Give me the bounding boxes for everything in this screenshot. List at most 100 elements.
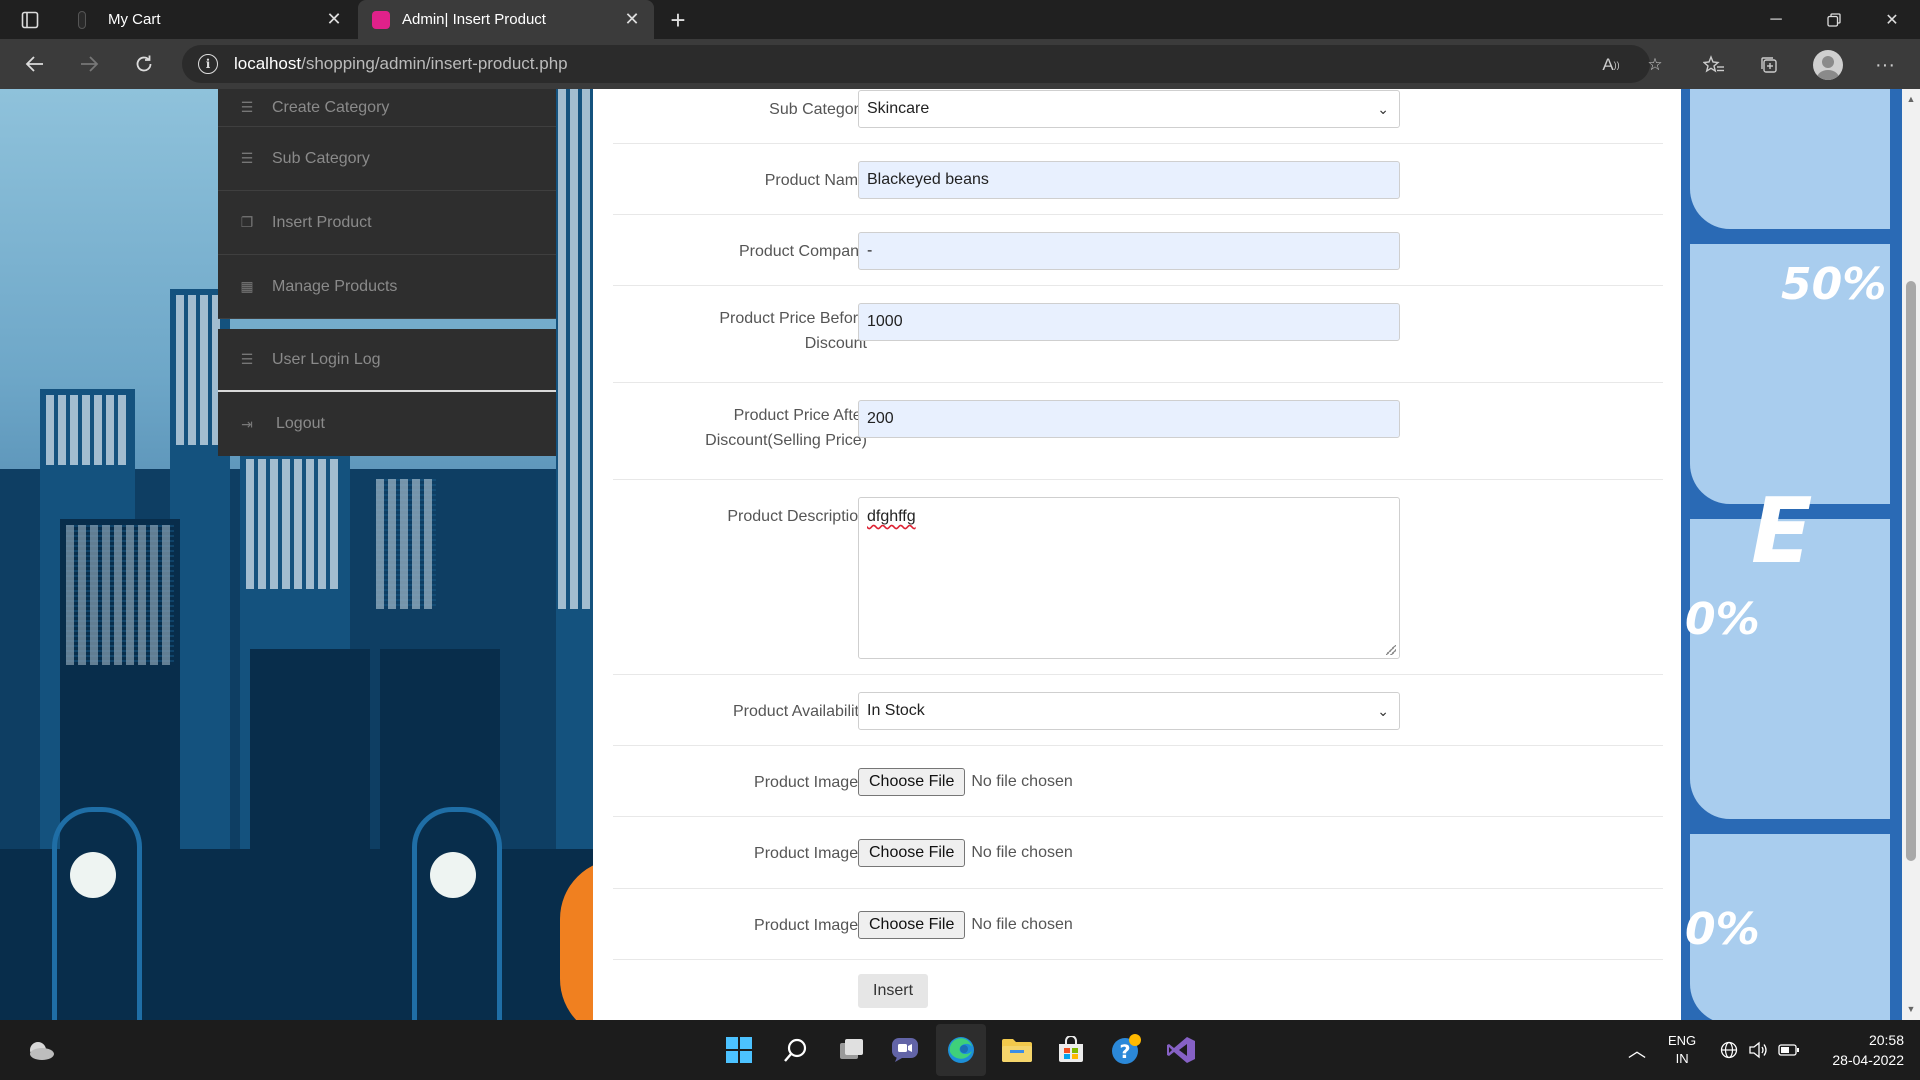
form-row-product-name: Product Name Blackeyed beans xyxy=(613,144,1663,215)
new-tab-button[interactable]: + xyxy=(664,5,692,35)
show-hidden-icons-button[interactable]: ︿ xyxy=(1628,1020,1646,1080)
tab-actions-icon xyxy=(21,11,39,29)
file-explorer-button[interactable] xyxy=(1000,1033,1034,1067)
sidebar-item-user-login-log[interactable]: ☰ User Login Log xyxy=(218,329,556,392)
field-label: Product Image3 xyxy=(754,917,867,934)
sale-percent-text: 0% xyxy=(1685,904,1760,955)
tab-my-cart[interactable]: My Cart ✕ xyxy=(62,0,356,39)
address-bar[interactable]: i localhost/shopping/admin/insert-produc… xyxy=(182,45,1650,83)
product-availability-select[interactable]: In Stock ⌄ xyxy=(858,692,1400,730)
browser-tab-bar: My Cart ✕ Admin| Insert Product ✕ + ─ ✕ xyxy=(0,0,1920,39)
page-viewport: 50% E 0% 0% ☰ Create Category ☰ Sub Cate… xyxy=(0,89,1902,1020)
price-after-discount-input[interactable]: 200 xyxy=(858,400,1400,438)
visual-studio-button[interactable] xyxy=(1164,1033,1198,1067)
site-info-icon[interactable]: i xyxy=(198,54,218,74)
sidebar-item-create-category[interactable]: ☰ Create Category xyxy=(218,89,556,127)
collections-glyph-icon xyxy=(1761,57,1777,73)
page-scrollbar[interactable]: ▲ ▼ xyxy=(1902,89,1920,1020)
resize-handle-icon[interactable] xyxy=(1386,645,1396,655)
sidebar-item-logout[interactable]: ⇥ Logout xyxy=(218,392,556,456)
more-options-icon[interactable]: ··· xyxy=(1871,51,1899,79)
network-icon[interactable] xyxy=(1720,1020,1738,1080)
building-windows xyxy=(176,295,224,445)
street-lamp xyxy=(412,807,502,1020)
weather-widget-icon[interactable] xyxy=(24,1033,58,1067)
image2-file-input: Choose File No file chosen xyxy=(858,839,1073,867)
file-status-text: No file chosen xyxy=(971,916,1073,933)
windows-logo-icon xyxy=(726,1037,752,1063)
sidebar-item-label: Logout xyxy=(276,415,325,432)
microsoft-store-button[interactable] xyxy=(1054,1033,1088,1067)
svg-text:?: ? xyxy=(1119,1041,1130,1063)
edge-taskbar-active[interactable] xyxy=(936,1024,986,1076)
store-icon xyxy=(1059,1036,1083,1062)
field-label: Product Description xyxy=(727,508,867,525)
sidebar-item-label: Sub Category xyxy=(272,149,370,167)
read-aloud-icon[interactable]: A)) xyxy=(1597,51,1625,79)
sidebar-item-manage-products[interactable]: ▦ Manage Products xyxy=(218,255,556,319)
price-before-discount-input[interactable]: 1000 xyxy=(858,303,1400,341)
task-view-button[interactable] xyxy=(834,1033,868,1067)
sale-percent-text: 0% xyxy=(1685,594,1760,645)
sidebar-item-label: Insert Product xyxy=(272,213,372,231)
minimize-button[interactable]: ─ xyxy=(1748,0,1804,39)
favorites-icon[interactable] xyxy=(1700,51,1728,79)
scrollbar-thumb[interactable] xyxy=(1906,281,1916,861)
help-icon: ? xyxy=(1112,1034,1141,1064)
product-description-textarea[interactable]: dfghffg xyxy=(858,497,1400,659)
favorites-list-icon xyxy=(1703,55,1724,73)
building-windows xyxy=(246,459,342,589)
add-favorite-icon[interactable]: ☆ xyxy=(1641,51,1669,79)
scroll-up-arrow-icon[interactable]: ▲ xyxy=(1905,93,1917,105)
choose-file-button[interactable]: Choose File xyxy=(858,839,966,867)
start-button[interactable] xyxy=(722,1033,756,1067)
edge-logo-icon xyxy=(948,1037,974,1063)
sidebar-item-insert-product[interactable]: ❐ Insert Product xyxy=(218,191,556,255)
product-name-input[interactable]: Blackeyed beans xyxy=(858,161,1400,199)
image1-file-input: Choose File No file chosen xyxy=(858,768,1073,796)
file-status-text: No file chosen xyxy=(971,773,1073,790)
close-tab-icon[interactable]: ✕ xyxy=(322,8,346,32)
language-indicator[interactable]: ENG IN xyxy=(1668,1020,1696,1080)
insert-button[interactable]: Insert xyxy=(858,974,929,1008)
form-row-price-before: Product Price Before Discount 1000 xyxy=(613,286,1663,383)
back-button[interactable] xyxy=(18,48,52,80)
product-company-input[interactable]: - xyxy=(858,232,1400,270)
list-icon: ☰ xyxy=(240,99,254,115)
back-arrow-icon xyxy=(25,56,43,72)
refresh-button[interactable] xyxy=(127,48,161,80)
tab-actions-button[interactable] xyxy=(12,7,48,33)
cloud-icon xyxy=(30,1042,54,1060)
battery-icon[interactable] xyxy=(1778,1020,1800,1080)
system-clock[interactable]: 20:58 28-04-2022 xyxy=(1812,1030,1904,1070)
restore-button[interactable] xyxy=(1806,0,1862,39)
profile-avatar[interactable] xyxy=(1813,50,1843,80)
collections-icon[interactable] xyxy=(1755,51,1783,79)
tab-admin-insert-product[interactable]: Admin| Insert Product ✕ xyxy=(358,0,654,39)
url-text: localhost/shopping/admin/insert-product.… xyxy=(234,54,568,73)
get-help-button[interactable]: ? xyxy=(1109,1033,1143,1067)
edge-browser-icon xyxy=(944,1033,978,1067)
search-button[interactable] xyxy=(779,1033,813,1067)
site-favicon xyxy=(372,10,390,29)
building-windows xyxy=(558,89,591,609)
scroll-down-arrow-icon[interactable]: ▼ xyxy=(1905,1003,1917,1015)
close-tab-icon[interactable]: ✕ xyxy=(620,8,644,32)
sidebar-item-label: Create Category xyxy=(272,98,390,116)
volume-icon[interactable] xyxy=(1748,1020,1768,1080)
forward-button[interactable] xyxy=(72,48,106,80)
file-status-text: No file chosen xyxy=(971,844,1073,861)
choose-file-button[interactable]: Choose File xyxy=(858,768,966,796)
list-icon: ☰ xyxy=(240,150,254,166)
close-window-button[interactable]: ✕ xyxy=(1864,0,1920,39)
sidebar-item-sub-category[interactable]: ☰ Sub Category xyxy=(218,127,556,191)
field-label: Product Name xyxy=(764,172,867,189)
forward-arrow-icon xyxy=(81,56,99,72)
refresh-icon xyxy=(136,55,152,72)
copy-icon: ❐ xyxy=(240,214,254,230)
teams-chat-button[interactable] xyxy=(888,1033,922,1067)
visual-studio-icon xyxy=(1167,1037,1195,1063)
choose-file-button[interactable]: Choose File xyxy=(858,911,966,939)
building-windows xyxy=(46,395,130,465)
sub-category-select[interactable]: Skincare ⌄ xyxy=(858,90,1400,128)
